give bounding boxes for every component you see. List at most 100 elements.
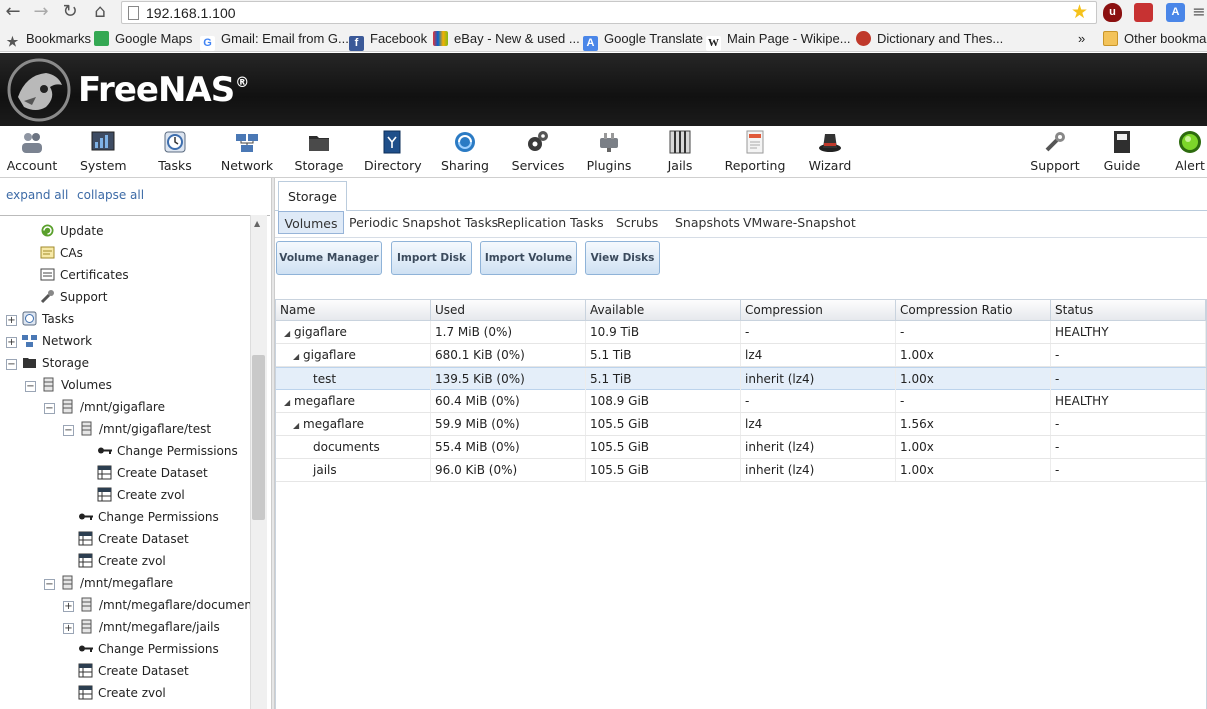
table-row[interactable]: jails 96.0 KiB (0%) 105.5 GiB inherit (l… (276, 459, 1206, 482)
other-bookmarks[interactable]: Other bookmarks (1103, 31, 1207, 47)
tree-item-mnt-megaflare-jails[interactable]: /mnt/megaflare/jails (79, 617, 220, 637)
subtab-scrubs[interactable]: Scrubs (616, 211, 658, 234)
subtab-snapshots[interactable]: Snapshots (675, 211, 740, 234)
view-disks-button[interactable]: View Disks (585, 241, 660, 275)
tree-item-volumes[interactable]: Volumes (41, 375, 112, 395)
tree-item-certificates[interactable]: Certificates (40, 265, 129, 285)
bookmark-item[interactable]: Dictionary and Thes... (856, 31, 1003, 47)
bookmark-item[interactable]: eBay - New & used ... (433, 31, 580, 47)
tree-expander[interactable]: + (6, 337, 17, 348)
toolbar-network[interactable]: Network (220, 130, 274, 176)
toolbar-support[interactable]: Support (1028, 130, 1082, 176)
collapse-all-link[interactable]: collapse all (77, 188, 144, 202)
extension-red-icon[interactable] (1134, 3, 1153, 22)
column-header-used[interactable]: Used (431, 300, 586, 321)
tab-storage[interactable]: Storage (278, 181, 347, 211)
menu-icon[interactable]: ≡ (1189, 3, 1207, 23)
toolbar-storage[interactable]: Storage (294, 130, 344, 176)
tree-expander[interactable]: − (44, 579, 55, 590)
tree-item-mnt-gigaflare-test[interactable]: /mnt/gigaflare/test (79, 419, 211, 439)
toolbar-reporting[interactable]: Reporting (724, 130, 786, 176)
table-row[interactable]: ◢ megaflare 59.9 MiB (0%) 105.5 GiB lz4 1… (276, 413, 1206, 436)
toolbar-services[interactable]: Services (510, 130, 566, 176)
tree-item-tasks[interactable]: Tasks (22, 309, 74, 329)
folder-icon (1103, 31, 1118, 46)
bookmark-item[interactable]: W Main Page - Wikipe... (706, 31, 851, 51)
tree-item-create-dataset[interactable]: Create Dataset (78, 529, 189, 549)
translate-extension-icon[interactable]: A (1166, 3, 1185, 22)
scroll-up-arrow-icon[interactable]: ▲ (254, 219, 263, 228)
table-row[interactable]: ◢ gigaflare 680.1 KiB (0%) 5.1 TiB lz4 1.… (276, 344, 1206, 367)
tree-item-change-permissions[interactable]: Change Permissions (78, 507, 219, 527)
import-volume-button[interactable]: Import Volume (480, 241, 577, 275)
tree-expander[interactable]: + (63, 623, 74, 634)
bookmark-star-icon[interactable]: ★ (1071, 1, 1088, 23)
tree-expander[interactable]: − (63, 425, 74, 436)
subtab-vmware-snapshot[interactable]: VMware-Snapshot (743, 211, 856, 234)
tree-item-mnt-megaflare[interactable]: /mnt/megaflare (60, 573, 173, 593)
forward-arrow-icon[interactable]: → (31, 3, 51, 23)
tree-item-create-zvol[interactable]: Create zvol (78, 551, 166, 571)
address-bar[interactable]: 192.168.1.100 (121, 1, 1097, 24)
table-row[interactable]: documents 55.4 MiB (0%) 105.5 GiB inheri… (276, 436, 1206, 459)
ublock-icon[interactable]: u (1103, 3, 1122, 22)
tree-item-cas[interactable]: CAs (40, 243, 83, 263)
tree-item-create-dataset[interactable]: Create Dataset (78, 661, 189, 681)
bookmark-item[interactable]: f Facebook (349, 31, 427, 51)
tree-item-create-zvol[interactable]: Create zvol (78, 683, 166, 703)
toolbar-jails[interactable]: Jails (662, 130, 698, 176)
column-header-status[interactable]: Status (1051, 300, 1206, 321)
toolbar-label: Storage (294, 158, 344, 173)
toolbar-sharing[interactable]: Sharing (440, 130, 490, 176)
home-icon[interactable]: ⌂ (90, 3, 110, 23)
tree-item-support[interactable]: Support (40, 287, 107, 307)
reload-icon[interactable]: ↻ (60, 3, 80, 23)
tree-expander[interactable]: − (6, 359, 17, 370)
tree-item-mnt-megaflare-document[interactable]: /mnt/megaflare/document (79, 595, 257, 615)
tree-item-storage[interactable]: Storage (22, 353, 89, 373)
table-row-selected[interactable]: test 139.5 KiB (0%) 5.1 TiB inherit (lz4… (276, 367, 1206, 390)
collapse-triangle-icon[interactable]: ◢ (284, 392, 294, 414)
tree-item-change-permissions[interactable]: Change Permissions (78, 639, 219, 659)
expand-all-link[interactable]: expand all (6, 188, 68, 202)
volume-manager-button[interactable]: Volume Manager (276, 241, 382, 275)
collapse-triangle-icon[interactable]: ◢ (293, 346, 303, 368)
table-row[interactable]: ◢ megaflare 60.4 MiB (0%) 108.9 GiB - - H… (276, 390, 1206, 413)
tree-item-create-dataset[interactable]: Create Dataset (97, 463, 208, 483)
toolbar-tasks[interactable]: Tasks (154, 130, 196, 176)
tree-item-mnt-gigaflare[interactable]: /mnt/gigaflare (60, 397, 165, 417)
column-header-available[interactable]: Available (586, 300, 741, 321)
bookmark-item[interactable]: G Gmail: Email from G... (200, 31, 349, 51)
tree-expander[interactable]: + (6, 315, 17, 326)
tree-expander[interactable]: − (44, 403, 55, 414)
toolbar-guide[interactable]: Guide (1102, 130, 1142, 176)
subtab-periodic-snapshot-tasks[interactable]: Periodic Snapshot Tasks (349, 211, 498, 234)
collapse-triangle-icon[interactable]: ◢ (293, 415, 303, 437)
back-arrow-icon[interactable]: ← (3, 3, 23, 23)
toolbar-plugins[interactable]: Plugins (586, 130, 632, 176)
tree-item-change-permissions[interactable]: Change Permissions (97, 441, 238, 461)
column-header-compression-ratio[interactable]: Compression Ratio (896, 300, 1051, 321)
collapse-triangle-icon[interactable]: ◢ (284, 323, 294, 345)
toolbar-system[interactable]: System (80, 130, 127, 176)
tree-item-network[interactable]: Network (22, 331, 92, 351)
bookmark-item[interactable]: A Google Translate (583, 31, 703, 51)
tree-expander[interactable]: + (63, 601, 74, 612)
tree-item-update[interactable]: Update (40, 221, 103, 241)
column-header-name[interactable]: Name (276, 300, 431, 321)
sidebar-scroll-thumb[interactable] (252, 355, 265, 520)
subtab-volumes[interactable]: Volumes (278, 211, 344, 234)
table-row[interactable]: ◢ gigaflare 1.7 MiB (0%) 10.9 TiB - - HEA… (276, 321, 1206, 344)
toolbar-alert[interactable]: Alert (1172, 130, 1207, 176)
toolbar-account[interactable]: Account (6, 130, 58, 176)
bookmark-item[interactable]: Google Maps (94, 31, 192, 47)
bookmarks-overflow-chevron-icon[interactable]: » (1078, 31, 1085, 47)
toolbar-directory[interactable]: Directory (364, 130, 422, 176)
tree-expander[interactable]: − (25, 381, 36, 392)
import-disk-button[interactable]: Import Disk (391, 241, 472, 275)
toolbar-wizard[interactable]: Wizard (806, 130, 854, 176)
bookmark-item[interactable]: ★ Bookmarks (5, 31, 91, 49)
tree-item-create-zvol[interactable]: Create zvol (97, 485, 185, 505)
subtab-replication-tasks[interactable]: Replication Tasks (497, 211, 604, 234)
column-header-compression[interactable]: Compression (741, 300, 896, 321)
